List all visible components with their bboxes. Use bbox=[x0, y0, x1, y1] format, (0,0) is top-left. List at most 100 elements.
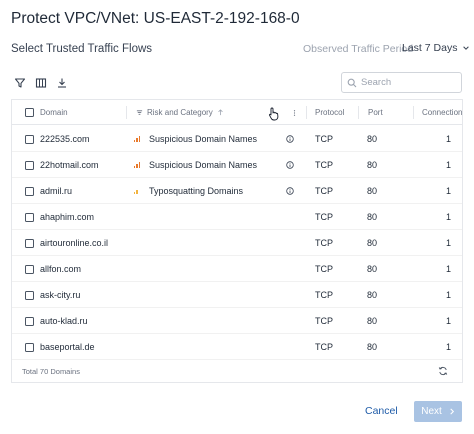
download-icon[interactable] bbox=[56, 77, 68, 89]
protocol-cell: TCP bbox=[315, 160, 333, 170]
table-row[interactable]: ask-city.ru TCP 80 1 bbox=[12, 282, 462, 308]
protocol-cell: TCP bbox=[315, 264, 333, 274]
row-checkbox[interactable] bbox=[25, 134, 34, 144]
cancel-button[interactable]: Cancel bbox=[365, 402, 398, 420]
column-header-protocol[interactable]: Protocol bbox=[315, 100, 344, 125]
select-all-checkbox[interactable] bbox=[25, 108, 34, 117]
domain-cell: auto-klad.ru bbox=[40, 316, 88, 326]
info-icon[interactable] bbox=[286, 135, 294, 143]
chevron-down-icon bbox=[463, 46, 470, 50]
row-select-cell bbox=[25, 334, 34, 360]
risk-sort-icon bbox=[136, 110, 143, 115]
protocol-cell: TCP bbox=[315, 238, 333, 248]
connections-cell: 1 bbox=[445, 290, 451, 300]
risk-category-label: Typosquatting Domains bbox=[149, 186, 244, 196]
info-icon[interactable] bbox=[286, 161, 294, 169]
protocol-cell: TCP bbox=[315, 134, 333, 144]
table-row[interactable]: allfon.com TCP 80 1 bbox=[12, 256, 462, 282]
row-select-cell bbox=[25, 126, 34, 152]
domain-cell: 22hotmail.com bbox=[40, 160, 99, 170]
port-cell: 80 bbox=[367, 264, 378, 274]
row-select-cell bbox=[25, 152, 34, 178]
info-icon[interactable] bbox=[286, 187, 294, 195]
protocol-cell: TCP bbox=[315, 316, 333, 326]
column-divider bbox=[413, 106, 414, 119]
column-menu-icon[interactable] bbox=[293, 100, 296, 125]
dialog-title: Protect VPC/VNet: US-EAST-2-192-168-0 bbox=[11, 10, 300, 27]
table-header: Domain Risk and Category Protocol Port C… bbox=[12, 100, 462, 125]
domains-table: Domain Risk and Category Protocol Port C… bbox=[11, 99, 463, 383]
column-divider bbox=[358, 106, 359, 119]
next-button[interactable]: Next bbox=[414, 401, 462, 422]
table-row[interactable]: ahaphim.com TCP 80 1 bbox=[12, 204, 462, 230]
info-cell bbox=[286, 152, 294, 178]
connections-cell: 1 bbox=[445, 316, 451, 326]
table-row[interactable]: baseportal.de TCP 80 1 bbox=[12, 334, 462, 360]
domain-cell: admil.ru bbox=[40, 186, 73, 196]
risk-level-icon bbox=[134, 136, 140, 142]
table-row[interactable]: 22hotmail.com Suspicious Domain Names TCP 8… bbox=[12, 152, 462, 178]
risk-category-cell: Suspicious Domain Names bbox=[134, 152, 257, 178]
domain-cell: ask-city.ru bbox=[40, 290, 81, 300]
traffic-period-label: Observed Traffic Period bbox=[303, 43, 414, 55]
refresh-icon[interactable] bbox=[438, 366, 448, 376]
protocol-cell: TCP bbox=[315, 186, 333, 196]
table-row[interactable]: 222535.com Suspicious Domain Names TCP 80 1 bbox=[12, 126, 462, 152]
column-divider bbox=[126, 106, 127, 119]
risk-category-label: Suspicious Domain Names bbox=[149, 134, 258, 144]
select-all-cell bbox=[25, 100, 34, 125]
risk-category-cell: Typosquatting Domains bbox=[134, 178, 243, 204]
port-cell: 80 bbox=[367, 212, 378, 222]
protocol-cell: TCP bbox=[315, 342, 333, 352]
row-checkbox[interactable] bbox=[25, 238, 34, 248]
domain-cell: ahaphim.com bbox=[40, 212, 95, 222]
chevron-right-icon bbox=[450, 408, 454, 415]
search-icon bbox=[347, 78, 357, 87]
domain-cell: allfon.com bbox=[40, 264, 82, 274]
traffic-period-select[interactable]: Last 7 Days bbox=[402, 42, 470, 54]
filter-icon[interactable] bbox=[14, 77, 26, 89]
risk-level-icon bbox=[134, 162, 140, 168]
port-cell: 80 bbox=[367, 342, 378, 352]
hand-cursor-icon bbox=[268, 107, 279, 121]
risk-level-icon bbox=[134, 188, 140, 194]
domain-cell: 222535.com bbox=[40, 134, 90, 144]
row-select-cell bbox=[25, 204, 34, 230]
row-checkbox[interactable] bbox=[25, 342, 34, 352]
arrow-up-icon bbox=[218, 109, 223, 116]
column-header-domain[interactable]: Domain bbox=[40, 100, 68, 125]
port-cell: 80 bbox=[367, 238, 378, 248]
table-row[interactable]: admil.ru Typosquatting Domains TCP 80 1 bbox=[12, 178, 462, 204]
row-checkbox[interactable] bbox=[25, 264, 34, 274]
connections-cell: 1 bbox=[445, 160, 451, 170]
row-checkbox[interactable] bbox=[25, 186, 34, 196]
connections-cell: 1 bbox=[445, 186, 451, 196]
column-header-port[interactable]: Port bbox=[368, 100, 383, 125]
connections-cell: 1 bbox=[445, 264, 451, 274]
table-row[interactable]: auto-klad.ru TCP 80 1 bbox=[12, 308, 462, 334]
port-cell: 80 bbox=[367, 134, 378, 144]
row-select-cell bbox=[25, 178, 34, 204]
row-checkbox[interactable] bbox=[25, 160, 34, 170]
column-header-risk[interactable]: Risk and Category bbox=[136, 100, 224, 125]
row-checkbox[interactable] bbox=[25, 212, 34, 222]
table-row[interactable]: airtouronline.co.il TCP 80 1 bbox=[12, 230, 462, 256]
port-cell: 80 bbox=[367, 186, 378, 196]
domain-cell: airtouronline.co.il bbox=[40, 238, 109, 248]
total-domains-label: Total 70 Domains bbox=[22, 367, 80, 376]
search-input[interactable] bbox=[361, 77, 456, 88]
connections-cell: 1 bbox=[445, 134, 451, 144]
connections-cell: 1 bbox=[445, 238, 451, 248]
row-checkbox[interactable] bbox=[25, 316, 34, 326]
row-checkbox[interactable] bbox=[25, 290, 34, 300]
row-select-cell bbox=[25, 230, 34, 256]
columns-icon[interactable] bbox=[35, 77, 47, 89]
dialog-subtitle: Select Trusted Traffic Flows bbox=[11, 43, 153, 55]
info-cell bbox=[286, 178, 294, 204]
port-cell: 80 bbox=[367, 160, 378, 170]
traffic-period-value: Last 7 Days bbox=[402, 42, 458, 54]
column-header-connections[interactable]: Connections bbox=[422, 100, 462, 125]
port-cell: 80 bbox=[367, 290, 378, 300]
risk-category-label: Suspicious Domain Names bbox=[149, 160, 258, 170]
column-divider bbox=[306, 106, 307, 119]
